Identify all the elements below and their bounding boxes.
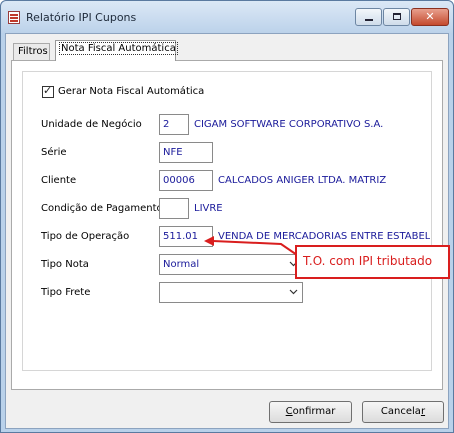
cancel-mnemonic: r bbox=[420, 406, 426, 417]
serie-label: Série bbox=[41, 147, 67, 158]
report-app-icon bbox=[8, 11, 20, 24]
close-button[interactable]: ✕ bbox=[411, 8, 449, 26]
confirm-mnemonic: C bbox=[285, 406, 293, 417]
nota-fiscal-group: Gerar Nota Fiscal Automática Unidade de … bbox=[22, 71, 432, 371]
tipo-nota-label: Tipo Nota bbox=[41, 259, 89, 270]
cancel-button[interactable]: Cancelar bbox=[362, 401, 444, 423]
unidade-input[interactable]: 2 bbox=[159, 114, 189, 135]
window-title: Relatório IPI Cupons bbox=[26, 11, 137, 24]
confirm-button[interactable]: Confirmar bbox=[269, 401, 352, 423]
tipo-frete-label: Tipo Frete bbox=[41, 287, 91, 298]
annotation-callout: T.O. com IPI tributado bbox=[295, 245, 450, 279]
tab-filtros[interactable]: Filtros bbox=[13, 43, 50, 61]
unidade-description: CIGAM SOFTWARE CORPORATIVO S.A. bbox=[194, 119, 384, 130]
tab-nota-fiscal-automatica[interactable]: Nota Fiscal Automática bbox=[55, 40, 178, 61]
cliente-description: CALCADOS ANIGER LTDA. MATRIZ bbox=[218, 175, 387, 186]
gerar-nota-label: Gerar Nota Fiscal Automática bbox=[58, 86, 205, 97]
condicao-pagamento-input[interactable] bbox=[159, 198, 189, 219]
maximize-button[interactable] bbox=[383, 8, 410, 26]
confirm-label: onfirmar bbox=[292, 406, 336, 417]
cliente-label: Cliente bbox=[41, 175, 77, 186]
tipo-nota-value: Normal bbox=[163, 259, 200, 270]
maximize-icon bbox=[393, 13, 401, 20]
tab-panel: Gerar Nota Fiscal Automática Unidade de … bbox=[11, 60, 443, 390]
serie-input[interactable]: NFE bbox=[159, 142, 213, 163]
tab-filtros-label: Filtros bbox=[18, 46, 48, 57]
cliente-input[interactable]: 00006 bbox=[159, 170, 213, 191]
annotation-text: T.O. com IPI tributado bbox=[303, 254, 433, 268]
title-bar[interactable]: Relatório IPI Cupons ✕ bbox=[1, 1, 453, 33]
cancel-label: Cancela bbox=[380, 406, 421, 417]
condicao-pagamento-description: LIVRE bbox=[194, 203, 223, 214]
annotation-arrow bbox=[204, 236, 298, 256]
tab-nota-fiscal-label: Nota Fiscal Automática bbox=[59, 42, 178, 55]
tipo-frete-select[interactable] bbox=[159, 282, 303, 303]
report-window: Relatório IPI Cupons ✕ Filtros Nota Fisc… bbox=[0, 0, 454, 433]
minimize-button[interactable] bbox=[355, 8, 382, 26]
condicao-pagamento-label: Condição de Pagamento bbox=[41, 203, 163, 214]
unidade-label: Unidade de Negócio bbox=[41, 119, 142, 130]
minimize-icon bbox=[365, 19, 373, 21]
close-icon: ✕ bbox=[425, 10, 435, 23]
gerar-nota-checkbox[interactable] bbox=[42, 84, 54, 98]
tipo-operacao-label: Tipo de Operação bbox=[41, 231, 130, 242]
chevron-down-icon bbox=[289, 289, 298, 295]
